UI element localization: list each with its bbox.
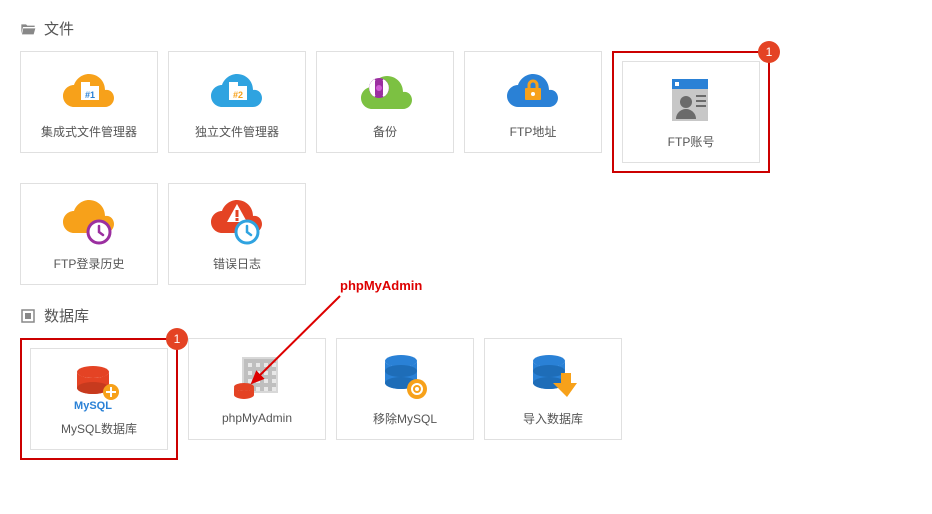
- highlight-ftp-account: 1 FTP账号: [612, 51, 770, 173]
- backup-icon: [355, 65, 415, 115]
- tile-import-database[interactable]: 导入数据库: [484, 338, 622, 440]
- tile-backup[interactable]: 备份: [316, 51, 454, 153]
- section-title: 数据库: [44, 305, 89, 326]
- tile-phpmyadmin[interactable]: phpMyAdmin: [188, 338, 326, 440]
- highlight-box: MySQL MySQL数据库: [20, 338, 178, 460]
- annotation-label: phpMyAdmin: [340, 278, 422, 293]
- ftp-history-icon: [59, 197, 119, 247]
- tile-file-manager-standalone[interactable]: #2 独立文件管理器: [168, 51, 306, 153]
- badge: 1: [166, 328, 188, 350]
- phpmyadmin-icon: [227, 353, 287, 403]
- tile-ftp-address[interactable]: FTP地址: [464, 51, 602, 153]
- tile-mysql-database[interactable]: MySQL MySQL数据库: [30, 348, 168, 450]
- cloud-file-2-icon: #2: [207, 65, 267, 115]
- tile-label: 备份: [373, 123, 397, 140]
- tile-label: 错误日志: [213, 255, 261, 272]
- tile-label: phpMyAdmin: [222, 411, 292, 425]
- tile-error-log[interactable]: 错误日志: [168, 183, 306, 285]
- tile-label: 导入数据库: [523, 410, 583, 427]
- bullet-icon: [20, 309, 36, 323]
- section-title: 文件: [44, 18, 74, 39]
- import-db-icon: [523, 352, 583, 402]
- svg-text:#2: #2: [233, 90, 243, 100]
- highlight-mysql-db: 1 MySQL MySQL数据库: [20, 338, 178, 460]
- remove-mysql-icon: [375, 352, 435, 402]
- tile-label: 移除MySQL: [373, 410, 437, 427]
- tile-ftp-history[interactable]: FTP登录历史: [20, 183, 158, 285]
- error-log-icon: [207, 197, 267, 247]
- ftp-account-icon: [661, 75, 721, 125]
- ftp-address-icon: [503, 65, 563, 115]
- tile-file-manager-integrated[interactable]: #1 集成式文件管理器: [20, 51, 158, 153]
- files-grid: #1 集成式文件管理器 #2 独立文件管理器 备份: [20, 51, 912, 285]
- section-header-files: 文件: [20, 18, 912, 39]
- badge: 1: [758, 41, 780, 63]
- section-header-database: 数据库: [20, 305, 912, 326]
- svg-text:MySQL: MySQL: [74, 400, 112, 412]
- tile-label: FTP地址: [510, 123, 557, 140]
- tile-label: 集成式文件管理器: [41, 123, 137, 140]
- tile-remove-mysql[interactable]: 移除MySQL: [336, 338, 474, 440]
- svg-text:#1: #1: [85, 90, 95, 100]
- cloud-file-1-icon: #1: [59, 65, 119, 115]
- tile-label: FTP登录历史: [54, 255, 125, 272]
- mysql-db-icon: MySQL: [69, 362, 129, 412]
- database-grid: 1 MySQL MySQL数据库: [20, 338, 912, 460]
- tile-label: 独立文件管理器: [195, 123, 279, 140]
- highlight-box: FTP账号: [612, 51, 770, 173]
- tile-ftp-account[interactable]: FTP账号: [622, 61, 760, 163]
- folder-open-icon: [20, 22, 36, 36]
- tile-label: MySQL数据库: [61, 420, 137, 437]
- tile-label: FTP账号: [668, 133, 715, 150]
